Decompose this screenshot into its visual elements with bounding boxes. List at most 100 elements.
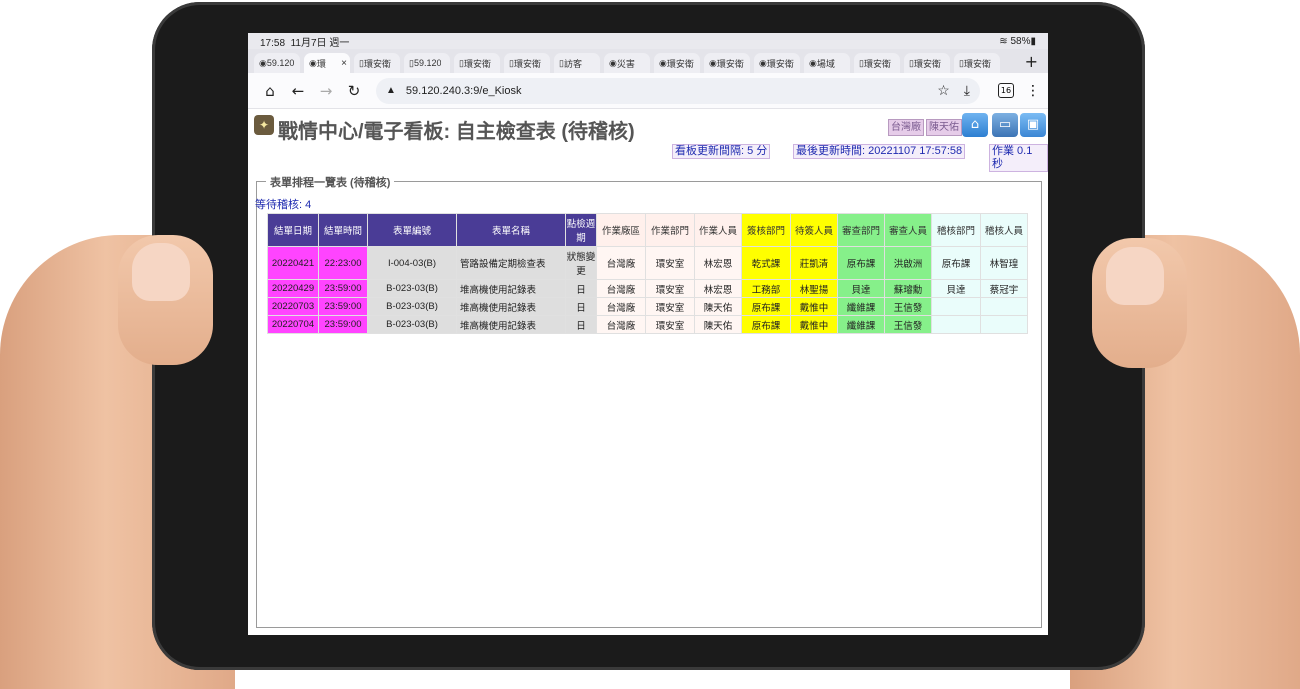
table-cell xyxy=(980,315,1028,334)
globe-icon-glyph: ◉ xyxy=(609,57,617,68)
table-cell: 蔡冠宇 xyxy=(980,279,1028,298)
operation-time: 作業 0.1 秒 xyxy=(989,144,1048,172)
kiosk-logo-icon: ✦ xyxy=(254,115,274,135)
table-cell: 陳天佑 xyxy=(694,297,742,316)
new-tab-button[interactable]: + xyxy=(1025,52,1038,71)
tab-label: 59.120 xyxy=(413,58,442,68)
home-icon[interactable]: ⌂ xyxy=(962,113,988,137)
table-cell: 23:59:00 xyxy=(318,279,368,298)
table-cell: 日 xyxy=(565,279,597,298)
browser-tab[interactable]: ▯ 環安衛 xyxy=(904,53,950,73)
tab-label: 災害 xyxy=(616,58,635,69)
browser-tab[interactable]: ▯ 59.120 xyxy=(404,53,450,73)
column-header: 點檢週期 xyxy=(565,213,597,247)
table-cell: 貝達 xyxy=(931,279,981,298)
browser-tab[interactable]: ◉ 災害 xyxy=(604,53,650,73)
browser-tab[interactable]: ◉ 59.120 xyxy=(254,53,300,73)
column-header: 審查部門 xyxy=(837,213,885,247)
table-cell xyxy=(931,315,981,334)
user-badge: 陳天佑 xyxy=(926,119,962,136)
tab-label: 環安衛 xyxy=(766,58,794,69)
back-button[interactable]: ← xyxy=(284,82,312,100)
table-cell: 貝達 xyxy=(837,279,885,298)
browser-tab[interactable]: ◉ 環 × xyxy=(304,53,350,73)
folder-icon[interactable]: ▭ xyxy=(992,113,1018,137)
battery-icon: ▮ xyxy=(1030,35,1036,47)
table-cell: 王信發 xyxy=(884,315,932,334)
browser-tab[interactable]: ◉ 環安衛 xyxy=(654,53,700,73)
page-title: 戰情中心/電子看板: 自主檢查表 (待稽核) xyxy=(278,121,635,143)
table-row[interactable]: 20220421 22:23:00 I-004-03(B) 管路設備定期檢查表 狀態變更… xyxy=(267,246,1028,280)
table-cell: 洪啟洲 xyxy=(884,246,932,280)
table-cell: B-023-03(B) xyxy=(367,297,457,316)
tab-label: 環安衛 xyxy=(716,58,744,69)
browser-tab[interactable]: ◉ 場域 xyxy=(804,53,850,73)
tab-strip: ◉ 59.120 ◉ 環 × ▯ 環安衛 ▯ 59.120 ▯ 環安衛 ▯ 環安衛 ▯ 訪客 ◉ 災害 ◉ 環安衛 ◉… xyxy=(248,49,1048,73)
reload-button[interactable]: ↻ xyxy=(340,82,368,100)
table-cell: 日 xyxy=(565,315,597,334)
browser-tab[interactable]: ▯ 環安衛 xyxy=(354,53,400,73)
tab-label: 環安衛 xyxy=(913,58,941,69)
globe-icon-glyph: ◉ xyxy=(809,57,817,68)
table-cell: 林智瑝 xyxy=(980,246,1028,280)
home-button[interactable]: ⌂ xyxy=(256,82,284,100)
tab-label: 59.120 xyxy=(266,58,295,68)
tablet-screen: 17:58 11月7日 週一 ≋ 58%▮ ◉ 59.120 ◉ 環 × ▯ 環安衛 ▯ 59.… xyxy=(248,33,1048,635)
table-cell: 戴惟中 xyxy=(790,297,838,316)
table-cell: 原布課 xyxy=(931,246,981,280)
column-header: 表單編號 xyxy=(367,213,457,247)
table-cell: 纖維課 xyxy=(837,315,885,334)
table-cell: 戴惟中 xyxy=(790,315,838,334)
column-header: 作業廠區 xyxy=(596,213,646,247)
left-thumbnail xyxy=(132,243,190,301)
column-header: 作業人員 xyxy=(694,213,742,247)
browser-tab[interactable]: ▯ 環安衛 xyxy=(504,53,550,73)
table-cell: 20220703 xyxy=(267,297,319,316)
browser-toolbar: ⌂ ← → ↻ ▲ 59.120.240.3:9/e_Kiosk ☆ ⤓ 16 … xyxy=(248,73,1048,109)
browser-tab[interactable]: ▯ 環安衛 xyxy=(454,53,500,73)
table-cell: 林聖揚 xyxy=(790,279,838,298)
table-row[interactable]: 20220704 23:59:00 B-023-03(B) 堆高機使用記錄表日台灣廠環… xyxy=(267,315,1028,334)
tab-label: 環 xyxy=(316,58,326,69)
table-cell: 20220429 xyxy=(267,279,319,298)
browser-tab[interactable]: ◉ 環安衛 xyxy=(704,53,750,73)
globe-icon-glyph: ◉ xyxy=(259,57,267,68)
lock-icon[interactable]: ▣ xyxy=(1020,113,1046,137)
status-time: 17:58 xyxy=(260,37,286,49)
globe-icon-glyph: ◉ xyxy=(759,57,767,68)
column-header: 稽核部門 xyxy=(931,213,981,247)
table-cell: 23:59:00 xyxy=(318,315,368,334)
table-cell: 日 xyxy=(565,297,597,316)
table-header-row: 結單日期 結單時間 表單編號 表單名稱 點檢週期 作業廠區 作業部門 作業人員 簽核部門 待簽人員… xyxy=(267,213,1028,247)
browser-tab[interactable]: ▯ 訪客 xyxy=(554,53,600,73)
table-cell: 堆高機使用記錄表 xyxy=(456,279,566,298)
tab-label: 環安衛 xyxy=(666,58,694,69)
tab-count-button[interactable]: 16 xyxy=(998,83,1014,98)
fieldset-legend: 表單排程一覽表 (待稽核) xyxy=(266,174,395,190)
column-header: 簽核部門 xyxy=(741,213,791,247)
download-icon[interactable]: ⤓ xyxy=(964,82,970,99)
column-header: 待簽人員 xyxy=(790,213,838,247)
browser-tab[interactable]: ◉ 環安衛 xyxy=(754,53,800,73)
forward-button[interactable]: → xyxy=(312,82,340,100)
browser-tab[interactable]: ▯ 環安衛 xyxy=(854,53,900,73)
table-cell: 管路設備定期檢查表 xyxy=(456,246,566,280)
table-cell: 台灣廠 xyxy=(596,315,646,334)
menu-button[interactable]: ⋮ xyxy=(1026,83,1040,99)
close-tab-icon[interactable]: × xyxy=(341,58,347,69)
address-bar[interactable]: ▲ 59.120.240.3:9/e_Kiosk ☆ ⤓ xyxy=(376,77,980,104)
table-row[interactable]: 20220703 23:59:00 B-023-03(B) 堆高機使用記錄表日台灣廠環… xyxy=(267,297,1028,316)
table-cell: 陳天佑 xyxy=(694,315,742,334)
info-line: 看板更新間隔: 5 分 最後更新時間: 20221107 17:57:58 作業… xyxy=(248,143,1048,172)
browser-tab[interactable]: ▯ 環安衛 xyxy=(954,53,1000,73)
wifi-icon: ≋ xyxy=(999,35,1008,47)
table-cell: 環安室 xyxy=(645,297,695,316)
tab-label: 環安衛 xyxy=(513,58,541,69)
table-row[interactable]: 20220429 23:59:00 B-023-03(B) 堆高機使用記錄表日台灣廠環… xyxy=(267,279,1028,298)
column-header: 審查人員 xyxy=(884,213,932,247)
table-cell: I-004-03(B) xyxy=(367,246,457,280)
status-time-date: 17:58 11月7日 週一 xyxy=(260,34,349,49)
status-right: ≋ 58%▮ xyxy=(999,36,1036,47)
bookmark-star-icon[interactable]: ☆ xyxy=(937,82,950,99)
table-cell: B-023-03(B) xyxy=(367,315,457,334)
